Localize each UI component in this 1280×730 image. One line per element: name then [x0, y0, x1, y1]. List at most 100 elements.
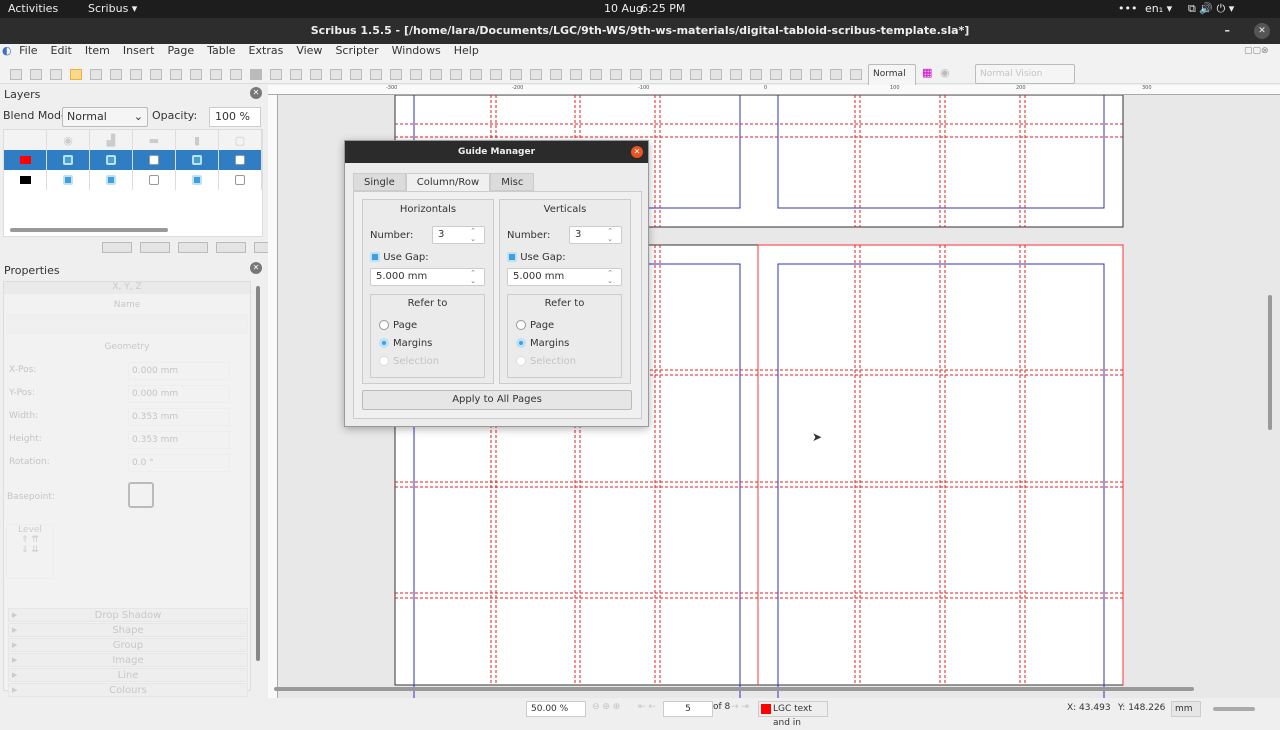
use-gap-checkbox[interactable]: Use Gap:: [370, 252, 429, 263]
new-icon[interactable]: [10, 68, 22, 80]
eyedropper-icon[interactable]: [670, 68, 682, 80]
pdf-radio-icon[interactable]: [730, 68, 742, 80]
geometry-field-input[interactable]: 0.0 °: [128, 454, 230, 472]
flow-checkbox[interactable]: [192, 155, 202, 165]
menu-extras[interactable]: Extras: [249, 44, 284, 57]
line-icon[interactable]: [430, 68, 442, 80]
tab-misc[interactable]: Misc: [490, 173, 535, 191]
menu-windows[interactable]: Windows: [392, 44, 441, 57]
remove-layer-button[interactable]: [140, 241, 170, 253]
vision-select[interactable]: Normal Vision: [975, 64, 1075, 84]
render-frame-icon[interactable]: [310, 68, 322, 80]
outline-checkbox[interactable]: [235, 155, 245, 165]
spiral-icon[interactable]: [410, 68, 422, 80]
geometry-field-input[interactable]: 0.353 mm: [128, 431, 230, 449]
edit-text-icon[interactable]: [570, 68, 582, 80]
link-frames-icon[interactable]: [590, 68, 602, 80]
pdf-push-button-icon[interactable]: [690, 68, 702, 80]
xyz-section-header[interactable]: X, Y, Z: [4, 282, 250, 294]
close-window-icon[interactable]: ✕: [1254, 23, 1270, 39]
first-prev-page-icon[interactable]: ⇤ ←: [638, 702, 656, 712]
shape-icon[interactable]: [350, 68, 362, 80]
opacity-spinbox[interactable]: 100 %: [209, 107, 261, 127]
zoom-slider[interactable]: [1213, 707, 1255, 711]
edit-contents-icon[interactable]: [550, 68, 562, 80]
clock-date[interactable]: 10 Aug: [604, 2, 643, 15]
section-header[interactable]: Group: [8, 638, 248, 652]
minimize-icon[interactable]: –: [1225, 18, 1231, 44]
next-last-page-icon[interactable]: → ⇥: [731, 702, 749, 712]
menu-edit[interactable]: Edit: [51, 44, 72, 57]
page-radio[interactable]: Page: [516, 320, 554, 331]
gap-spinbox[interactable]: 5.000 mm: [370, 268, 485, 286]
pdf-combobox-icon[interactable]: [770, 68, 782, 80]
rotate-icon[interactable]: [510, 68, 522, 80]
add-layer-button[interactable]: [102, 241, 132, 253]
activities-button[interactable]: Activities: [8, 2, 58, 15]
pdf-listbox-icon[interactable]: [790, 68, 802, 80]
vertical-ruler[interactable]: [268, 95, 278, 698]
calligraphic-icon[interactable]: [490, 68, 502, 80]
redo-icon[interactable]: [170, 68, 182, 80]
name-field[interactable]: [6, 314, 248, 334]
pdf-checkbox-icon[interactable]: [710, 68, 722, 80]
undo-icon[interactable]: [150, 68, 162, 80]
close-panel-icon[interactable]: ✕: [250, 262, 262, 274]
pdf-link-icon[interactable]: [830, 68, 842, 80]
page-radio[interactable]: Page: [379, 320, 417, 331]
more-icon[interactable]: •••: [1118, 2, 1137, 15]
geometry-field-input[interactable]: 0.353 mm: [128, 408, 230, 426]
pdf-icon[interactable]: [130, 68, 142, 80]
apply-to-all-pages-button[interactable]: Apply to All Pages: [362, 390, 632, 410]
image-frame-icon[interactable]: [290, 68, 302, 80]
menu-scripter[interactable]: Scripter: [335, 44, 378, 57]
locked-checkbox[interactable]: [149, 155, 159, 165]
outline-checkbox[interactable]: [235, 175, 245, 185]
canvas-vertical-scrollbar[interactable]: [1268, 295, 1272, 430]
zoom-buttons-icon[interactable]: ⊖ ⊕ ⊕: [592, 702, 620, 712]
menu-item[interactable]: Item: [85, 44, 110, 57]
margins-radio[interactable]: Margins: [379, 338, 432, 349]
gap-spinbox[interactable]: 5.000 mm: [507, 268, 622, 286]
arc-icon[interactable]: [390, 68, 402, 80]
tab-column-row[interactable]: Column/Row: [405, 173, 491, 191]
pdf-3d-icon[interactable]: [850, 68, 862, 80]
copy-properties-icon[interactable]: [650, 68, 662, 80]
preflight-icon[interactable]: [110, 68, 122, 80]
number-spinbox[interactable]: 3: [569, 226, 622, 244]
save-icon[interactable]: [50, 68, 62, 80]
pdf-text-annotation-icon[interactable]: [810, 68, 822, 80]
pdf-textfield-icon[interactable]: [750, 68, 762, 80]
section-header[interactable]: Image: [8, 653, 248, 667]
printable-checkbox[interactable]: [106, 155, 116, 165]
page-number-field[interactable]: 5: [663, 701, 713, 717]
number-spinbox[interactable]: 3: [432, 226, 485, 244]
visible-checkbox[interactable]: [63, 155, 73, 165]
raise-layer-button[interactable]: [216, 241, 246, 253]
zoom-spinbox[interactable]: 50.00 %: [526, 701, 586, 717]
print-icon[interactable]: [90, 68, 102, 80]
duplicate-layer-button[interactable]: [178, 241, 208, 253]
vertical-scrollbar[interactable]: [256, 286, 260, 661]
basepoint-selector[interactable]: [128, 482, 154, 508]
clock-time[interactable]: 6:25 PM: [641, 2, 685, 15]
section-header[interactable]: Drop Shadow: [8, 608, 248, 622]
menu-table[interactable]: Table: [207, 44, 235, 57]
layer-row[interactable]: [4, 170, 262, 190]
section-header[interactable]: Line: [8, 668, 248, 682]
section-header[interactable]: Colours: [8, 683, 248, 697]
menu-page[interactable]: Page: [167, 44, 194, 57]
bezier-icon[interactable]: [450, 68, 462, 80]
use-gap-checkbox[interactable]: Use Gap:: [507, 252, 566, 263]
geometry-field-input[interactable]: 0.000 mm: [128, 362, 230, 380]
color-management-icon[interactable]: ▦: [922, 66, 932, 79]
menu-file[interactable]: File: [19, 44, 37, 57]
preview-icon[interactable]: ◉: [940, 66, 950, 79]
copy-icon[interactable]: [210, 68, 222, 80]
horizontal-scrollbar[interactable]: [10, 228, 168, 232]
menu-help[interactable]: Help: [454, 44, 479, 57]
section-header[interactable]: Shape: [8, 623, 248, 637]
table-icon[interactable]: [330, 68, 342, 80]
close-panel-icon[interactable]: ✕: [250, 87, 262, 99]
geometry-field-input[interactable]: 0.000 mm: [128, 385, 230, 403]
